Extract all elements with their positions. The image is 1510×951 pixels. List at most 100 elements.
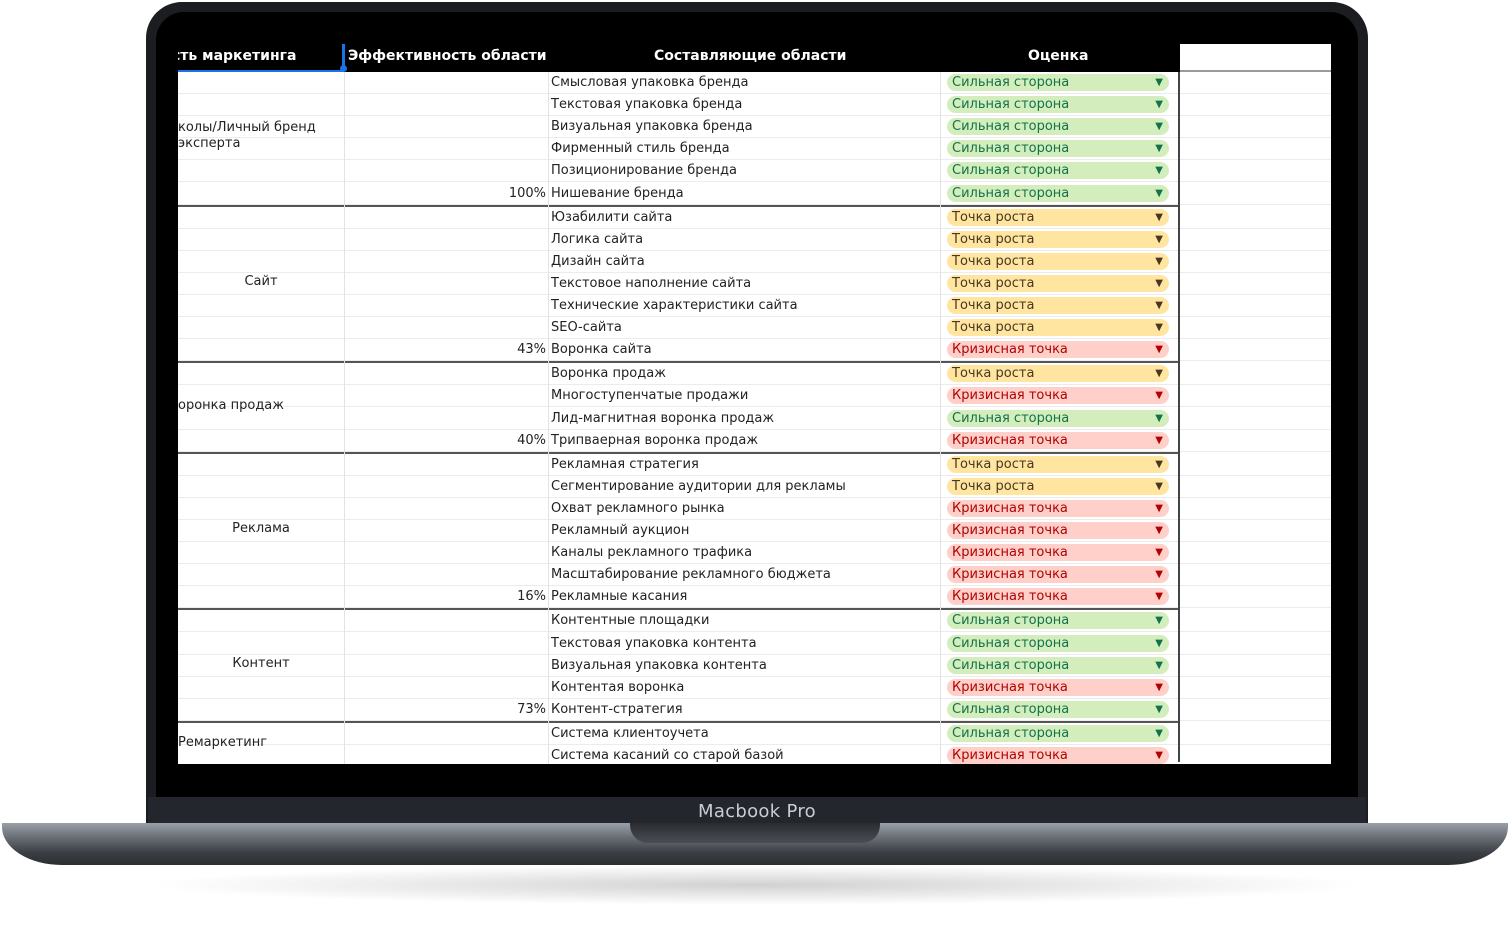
triangle-down-icon[interactable]: ▼ xyxy=(1155,118,1163,135)
area-cell[interactable]: Ремаркетинг xyxy=(178,735,344,751)
score-dropdown[interactable]: Сильная сторона ▼ xyxy=(947,140,1169,158)
component-cell[interactable]: Воронка продаж xyxy=(551,366,666,381)
component-cell[interactable]: Позиционирование бренда xyxy=(551,163,737,178)
score-dropdown[interactable]: Кризисная точка ▼ xyxy=(947,678,1169,696)
triangle-down-icon[interactable]: ▼ xyxy=(1155,387,1163,404)
score-dropdown[interactable]: Сильная сторона ▼ xyxy=(947,656,1169,674)
score-dropdown[interactable]: Кризисная точка ▼ xyxy=(947,566,1169,584)
header-components[interactable]: Составляющие области xyxy=(654,48,846,64)
triangle-down-icon[interactable]: ▼ xyxy=(1155,657,1163,674)
component-cell[interactable]: Дизайн сайта xyxy=(551,254,645,269)
component-cell[interactable]: Каналы рекламного трафика xyxy=(551,545,752,560)
score-dropdown[interactable]: Точка роста ▼ xyxy=(947,365,1169,383)
triangle-down-icon[interactable]: ▼ xyxy=(1155,185,1163,202)
component-cell[interactable]: Лид-магнитная воронка продаж xyxy=(551,411,774,426)
header-score[interactable]: Оценка xyxy=(1028,48,1088,64)
component-cell[interactable]: Текстовое наполнение сайта xyxy=(551,276,751,291)
triangle-down-icon[interactable]: ▼ xyxy=(1155,341,1163,358)
triangle-down-icon[interactable]: ▼ xyxy=(1155,319,1163,336)
triangle-down-icon[interactable]: ▼ xyxy=(1155,588,1163,605)
triangle-down-icon[interactable]: ▼ xyxy=(1155,725,1163,742)
component-cell[interactable]: SEO-сайта xyxy=(551,320,622,335)
score-dropdown[interactable]: Кризисная точка ▼ xyxy=(947,341,1169,359)
triangle-down-icon[interactable]: ▼ xyxy=(1155,612,1163,629)
area-cell[interactable]: Контент xyxy=(178,656,344,672)
score-dropdown[interactable]: Точка роста ▼ xyxy=(947,455,1169,473)
component-cell[interactable]: Многоступенчатые продажи xyxy=(551,388,748,403)
triangle-down-icon[interactable]: ▼ xyxy=(1155,96,1163,113)
component-cell[interactable]: Рекламный аукцион xyxy=(551,523,689,538)
efficiency-cell[interactable]: 16% xyxy=(478,589,546,604)
score-dropdown[interactable]: Точка роста ▼ xyxy=(947,274,1169,292)
triangle-down-icon[interactable]: ▼ xyxy=(1155,500,1163,517)
component-cell[interactable]: Текстовая упаковка бренда xyxy=(551,97,742,112)
component-cell[interactable]: Визуальная упаковка бренда xyxy=(551,119,753,134)
score-dropdown[interactable]: Сильная сторона ▼ xyxy=(947,409,1169,427)
triangle-down-icon[interactable]: ▼ xyxy=(1155,566,1163,583)
score-dropdown[interactable]: Сильная сторона ▼ xyxy=(947,724,1169,742)
score-dropdown[interactable]: Сильная сторона ▼ xyxy=(947,634,1169,652)
score-dropdown[interactable]: Кризисная точка ▼ xyxy=(947,387,1169,405)
component-cell[interactable]: Система касаний со старой базой xyxy=(551,748,784,763)
triangle-down-icon[interactable]: ▼ xyxy=(1155,478,1163,495)
score-dropdown[interactable]: Кризисная точка ▼ xyxy=(947,522,1169,539)
triangle-down-icon[interactable]: ▼ xyxy=(1155,432,1163,449)
efficiency-cell[interactable]: 73% xyxy=(478,702,546,717)
component-cell[interactable]: Рекламные касания xyxy=(551,589,687,604)
triangle-down-icon[interactable]: ▼ xyxy=(1155,456,1163,473)
component-cell[interactable]: Контент-стратегия xyxy=(551,702,683,717)
component-cell[interactable]: Текстовая упаковка контента xyxy=(551,636,757,651)
efficiency-cell[interactable]: 40% xyxy=(478,433,546,448)
score-dropdown[interactable]: Точка роста ▼ xyxy=(947,252,1169,270)
score-dropdown[interactable]: Точка роста ▼ xyxy=(947,297,1169,314)
triangle-down-icon[interactable]: ▼ xyxy=(1155,74,1163,91)
component-cell[interactable]: Система клиентоучета xyxy=(551,726,709,741)
triangle-down-icon[interactable]: ▼ xyxy=(1155,253,1163,270)
component-cell[interactable]: Юзабилити сайта xyxy=(551,210,672,225)
component-cell[interactable]: Рекламная стратегия xyxy=(551,457,699,472)
triangle-down-icon[interactable]: ▼ xyxy=(1155,275,1163,292)
area-cell[interactable]: Реклама xyxy=(178,521,344,537)
score-dropdown[interactable]: Кризисная точка ▼ xyxy=(947,588,1169,606)
triangle-down-icon[interactable]: ▼ xyxy=(1155,701,1163,718)
triangle-down-icon[interactable]: ▼ xyxy=(1155,140,1163,157)
triangle-down-icon[interactable]: ▼ xyxy=(1155,365,1163,382)
score-dropdown[interactable]: Сильная сторона ▼ xyxy=(947,162,1169,180)
triangle-down-icon[interactable]: ▼ xyxy=(1155,209,1163,226)
score-dropdown[interactable]: Сильная сторона ▼ xyxy=(947,184,1169,202)
score-dropdown[interactable]: Кризисная точка ▼ xyxy=(947,499,1169,517)
component-cell[interactable]: Смысловая упаковка бренда xyxy=(551,75,748,90)
component-cell[interactable]: Масштабирование рекламного бюджета xyxy=(551,567,831,582)
efficiency-cell[interactable]: 100% xyxy=(478,186,546,201)
triangle-down-icon[interactable]: ▼ xyxy=(1155,522,1163,539)
component-cell[interactable]: Нишевание бренда xyxy=(551,186,684,201)
triangle-down-icon[interactable]: ▼ xyxy=(1155,635,1163,652)
area-cell[interactable]: оронка продаж xyxy=(178,398,344,414)
score-dropdown[interactable]: Точка роста ▼ xyxy=(947,319,1169,337)
area-cell[interactable]: колы/Личный бренд эксперта xyxy=(178,120,338,152)
component-cell[interactable]: Трипваерная воронка продаж xyxy=(551,433,758,448)
score-dropdown[interactable]: Сильная сторона ▼ xyxy=(947,612,1169,630)
component-cell[interactable]: Технические характеристики сайта xyxy=(551,298,798,313)
score-dropdown[interactable]: Сильная сторона ▼ xyxy=(947,96,1169,114)
score-dropdown[interactable]: Сильная сторона ▼ xyxy=(947,700,1169,718)
triangle-down-icon[interactable]: ▼ xyxy=(1155,231,1163,248)
component-cell[interactable]: Контентные площадки xyxy=(551,613,709,628)
triangle-down-icon[interactable]: ▼ xyxy=(1155,679,1163,696)
component-cell[interactable]: Контентая воронка xyxy=(551,680,684,695)
efficiency-cell[interactable]: 43% xyxy=(478,342,546,357)
triangle-down-icon[interactable]: ▼ xyxy=(1155,410,1163,427)
component-cell[interactable]: Воронка сайта xyxy=(551,342,652,357)
component-cell[interactable]: Визуальная упаковка контента xyxy=(551,658,767,673)
header-area[interactable]: сть маркетинга xyxy=(178,48,296,64)
score-dropdown[interactable]: Точка роста ▼ xyxy=(947,208,1169,226)
score-dropdown[interactable]: Сильная сторона ▼ xyxy=(947,74,1169,91)
triangle-down-icon[interactable]: ▼ xyxy=(1155,162,1163,179)
header-efficiency[interactable]: Эффективность области xyxy=(348,48,547,64)
score-dropdown[interactable]: Точка роста ▼ xyxy=(947,477,1169,495)
score-dropdown[interactable]: Кризисная точка ▼ xyxy=(947,544,1169,562)
score-dropdown[interactable]: Кризисная точка ▼ xyxy=(947,747,1169,764)
component-cell[interactable]: Охват рекламного рынка xyxy=(551,501,725,516)
component-cell[interactable]: Логика сайта xyxy=(551,232,643,247)
empty-header-cell[interactable] xyxy=(1180,44,1331,72)
